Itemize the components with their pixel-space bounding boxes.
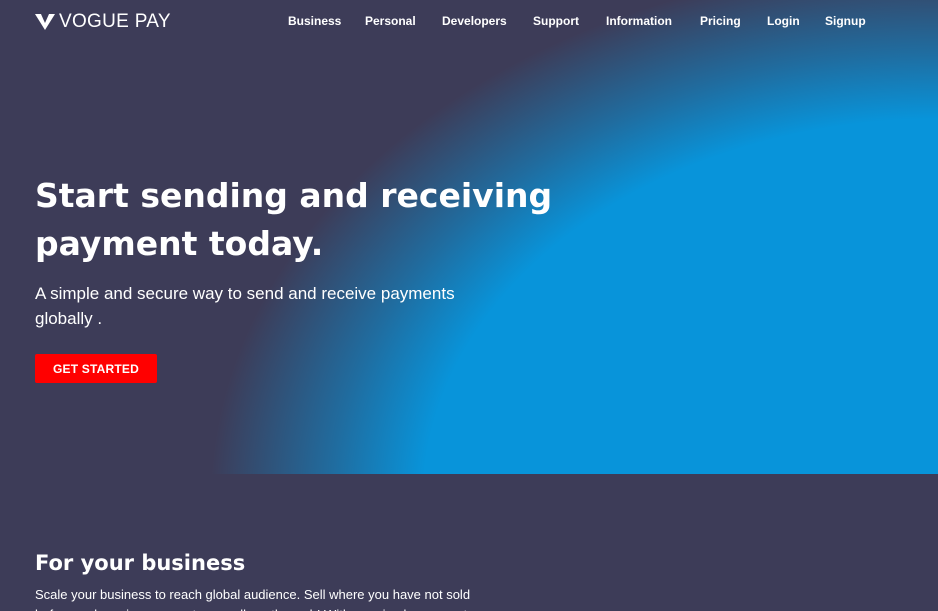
top-navigation: VOGUE PAY Business Personal Developers S… (0, 0, 938, 44)
hero-section: VOGUE PAY Business Personal Developers S… (0, 0, 938, 474)
nav-item-information[interactable]: Information (606, 14, 672, 28)
nav-item-signup[interactable]: Signup (825, 14, 866, 28)
nav-item-support[interactable]: Support (533, 14, 579, 28)
nav-links: Business Personal Developers Support Inf… (0, 14, 938, 30)
nav-item-pricing[interactable]: Pricing (700, 14, 741, 28)
page: VOGUE PAY Business Personal Developers S… (0, 0, 938, 611)
business-title: For your business (35, 551, 246, 575)
nav-item-business[interactable]: Business (288, 14, 341, 28)
get-started-button[interactable]: GET STARTED (35, 354, 157, 383)
nav-item-personal[interactable]: Personal (365, 14, 416, 28)
hero-title: Start sending and receiving payment toda… (35, 176, 553, 263)
hero-subtitle: A simple and secure way to send and rece… (35, 284, 455, 328)
nav-item-login[interactable]: Login (767, 14, 800, 28)
nav-item-developers[interactable]: Developers (442, 14, 507, 28)
business-description: Scale your business to reach global audi… (35, 587, 471, 611)
